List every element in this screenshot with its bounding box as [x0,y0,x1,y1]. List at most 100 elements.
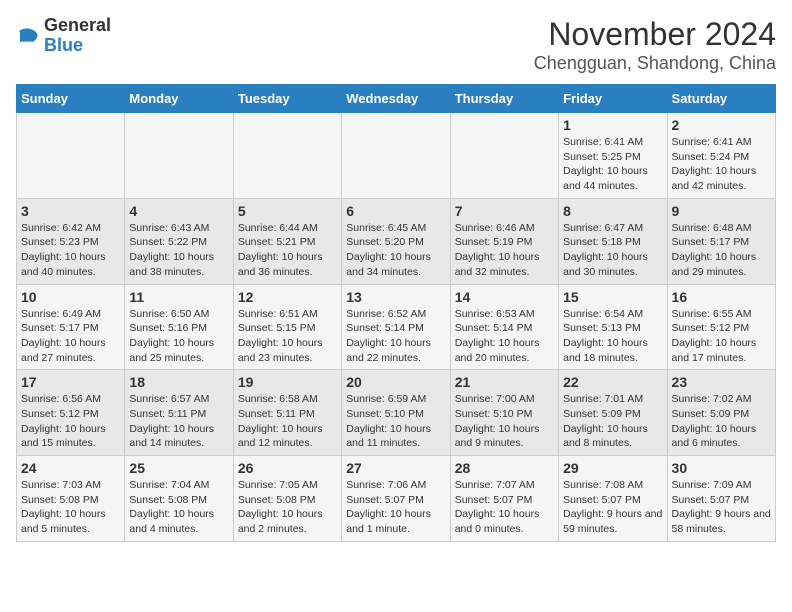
day-cell: 30 Sunrise: 7:09 AM Sunset: 5:07 PM Dayli… [667,456,775,542]
calendar-body: 1Sunrise: 6:41 AM Sunset: 5:25 PM Daylig… [17,113,776,542]
day-cell [17,113,125,199]
day-info: Sunrise: 6:52 AM Sunset: 5:14 PM Dayligh… [346,307,445,366]
day-info: Sunrise: 6:50 AM Sunset: 5:16 PM Dayligh… [129,307,228,366]
day-cell: 2 Sunrise: 6:41 AM Sunset: 5:24 PM Daylig… [667,113,775,199]
day-cell: 13 Sunrise: 6:52 AM Sunset: 5:14 PM Dayli… [342,284,450,370]
day-info: Sunrise: 6:53 AM Sunset: 5:14 PM Dayligh… [455,307,554,366]
day-cell: 26Sunrise: 7:05 AM Sunset: 5:08 PM Dayli… [233,456,341,542]
day-cell: 27 Sunrise: 7:06 AM Sunset: 5:07 PM Dayli… [342,456,450,542]
day-info: Sunrise: 6:55 AM Sunset: 5:12 PM Dayligh… [672,307,771,366]
day-info: Sunrise: 7:09 AM Sunset: 5:07 PM Dayligh… [672,478,771,537]
day-info: Sunrise: 7:01 AM Sunset: 5:09 PM Dayligh… [563,392,662,451]
day-info: Sunrise: 6:59 AM Sunset: 5:10 PM Dayligh… [346,392,445,451]
day-info: Sunrise: 6:42 AM Sunset: 5:23 PM Dayligh… [21,221,120,280]
day-cell: 29 Sunrise: 7:08 AM Sunset: 5:07 PM Dayli… [559,456,667,542]
month-title: November 2024 [534,16,776,53]
day-cell: 5 Sunrise: 6:44 AM Sunset: 5:21 PM Daylig… [233,198,341,284]
day-info: Sunrise: 7:06 AM Sunset: 5:07 PM Dayligh… [346,478,445,537]
logo-blue: Blue [44,36,111,56]
day-number: 23 [672,374,771,390]
day-info: Sunrise: 6:48 AM Sunset: 5:17 PM Dayligh… [672,221,771,280]
day-info: Sunrise: 6:57 AM Sunset: 5:11 PM Dayligh… [129,392,228,451]
day-info: Sunrise: 6:54 AM Sunset: 5:13 PM Dayligh… [563,307,662,366]
logo-icon [16,24,40,48]
day-number: 27 [346,460,445,476]
day-info: Sunrise: 6:51 AM Sunset: 5:15 PM Dayligh… [238,307,337,366]
weekday-thursday: Thursday [450,85,558,113]
weekday-tuesday: Tuesday [233,85,341,113]
weekday-monday: Monday [125,85,233,113]
day-cell [125,113,233,199]
location-title: Chengguan, Shandong, China [534,53,776,74]
day-number: 29 [563,460,662,476]
day-number: 28 [455,460,554,476]
day-cell: 4Sunrise: 6:43 AM Sunset: 5:22 PM Daylig… [125,198,233,284]
day-number: 30 [672,460,771,476]
day-info: Sunrise: 6:41 AM Sunset: 5:24 PM Dayligh… [672,135,771,194]
day-number: 13 [346,289,445,305]
day-cell: 28 Sunrise: 7:07 AM Sunset: 5:07 PM Dayli… [450,456,558,542]
day-info: Sunrise: 6:44 AM Sunset: 5:21 PM Dayligh… [238,221,337,280]
day-number: 16 [672,289,771,305]
day-number: 24 [21,460,120,476]
day-number: 3 [21,203,120,219]
day-number: 10 [21,289,120,305]
day-number: 1 [563,117,662,133]
day-cell: 7 Sunrise: 6:46 AM Sunset: 5:19 PM Daylig… [450,198,558,284]
day-cell: 8 Sunrise: 6:47 AM Sunset: 5:18 PM Daylig… [559,198,667,284]
header: General Blue November 2024 Chengguan, Sh… [16,16,776,74]
day-info: Sunrise: 6:58 AM Sunset: 5:11 PM Dayligh… [238,392,337,451]
day-info: Sunrise: 7:02 AM Sunset: 5:09 PM Dayligh… [672,392,771,451]
day-number: 22 [563,374,662,390]
day-info: Sunrise: 6:47 AM Sunset: 5:18 PM Dayligh… [563,221,662,280]
day-cell: 1Sunrise: 6:41 AM Sunset: 5:25 PM Daylig… [559,113,667,199]
day-number: 9 [672,203,771,219]
day-number: 20 [346,374,445,390]
day-cell: 15Sunrise: 6:54 AM Sunset: 5:13 PM Dayli… [559,284,667,370]
day-number: 8 [563,203,662,219]
day-cell [450,113,558,199]
day-cell: 6 Sunrise: 6:45 AM Sunset: 5:20 PM Daylig… [342,198,450,284]
day-cell [233,113,341,199]
week-row-4: 24 Sunrise: 7:03 AM Sunset: 5:08 PM Dayli… [17,456,776,542]
day-info: Sunrise: 6:49 AM Sunset: 5:17 PM Dayligh… [21,307,120,366]
day-number: 26 [238,460,337,476]
weekday-wednesday: Wednesday [342,85,450,113]
logo-general: General [44,16,111,36]
week-row-0: 1Sunrise: 6:41 AM Sunset: 5:25 PM Daylig… [17,113,776,199]
day-info: Sunrise: 6:46 AM Sunset: 5:19 PM Dayligh… [455,221,554,280]
day-info: Sunrise: 7:00 AM Sunset: 5:10 PM Dayligh… [455,392,554,451]
day-info: Sunrise: 7:07 AM Sunset: 5:07 PM Dayligh… [455,478,554,537]
day-cell: 12 Sunrise: 6:51 AM Sunset: 5:15 PM Dayli… [233,284,341,370]
day-number: 5 [238,203,337,219]
day-number: 25 [129,460,228,476]
day-cell: 25 Sunrise: 7:04 AM Sunset: 5:08 PM Dayli… [125,456,233,542]
day-cell: 11Sunrise: 6:50 AM Sunset: 5:16 PM Dayli… [125,284,233,370]
day-number: 17 [21,374,120,390]
day-number: 12 [238,289,337,305]
day-cell: 10 Sunrise: 6:49 AM Sunset: 5:17 PM Dayli… [17,284,125,370]
day-cell: 9 Sunrise: 6:48 AM Sunset: 5:17 PM Daylig… [667,198,775,284]
day-info: Sunrise: 7:08 AM Sunset: 5:07 PM Dayligh… [563,478,662,537]
day-info: Sunrise: 6:45 AM Sunset: 5:20 PM Dayligh… [346,221,445,280]
day-number: 4 [129,203,228,219]
day-info: Sunrise: 7:04 AM Sunset: 5:08 PM Dayligh… [129,478,228,537]
day-cell: 24 Sunrise: 7:03 AM Sunset: 5:08 PM Dayli… [17,456,125,542]
week-row-1: 3 Sunrise: 6:42 AM Sunset: 5:23 PM Daylig… [17,198,776,284]
day-info: Sunrise: 6:56 AM Sunset: 5:12 PM Dayligh… [21,392,120,451]
day-cell: 18 Sunrise: 6:57 AM Sunset: 5:11 PM Dayli… [125,370,233,456]
day-number: 7 [455,203,554,219]
weekday-sunday: Sunday [17,85,125,113]
day-cell: 16 Sunrise: 6:55 AM Sunset: 5:12 PM Dayli… [667,284,775,370]
day-cell [342,113,450,199]
day-number: 14 [455,289,554,305]
week-row-3: 17 Sunrise: 6:56 AM Sunset: 5:12 PM Dayli… [17,370,776,456]
weekday-friday: Friday [559,85,667,113]
week-row-2: 10 Sunrise: 6:49 AM Sunset: 5:17 PM Dayli… [17,284,776,370]
day-cell: 22 Sunrise: 7:01 AM Sunset: 5:09 PM Dayli… [559,370,667,456]
calendar-header: Sunday Monday Tuesday Wednesday Thursday… [17,85,776,113]
day-number: 2 [672,117,771,133]
day-number: 6 [346,203,445,219]
day-info: Sunrise: 7:03 AM Sunset: 5:08 PM Dayligh… [21,478,120,537]
day-number: 18 [129,374,228,390]
